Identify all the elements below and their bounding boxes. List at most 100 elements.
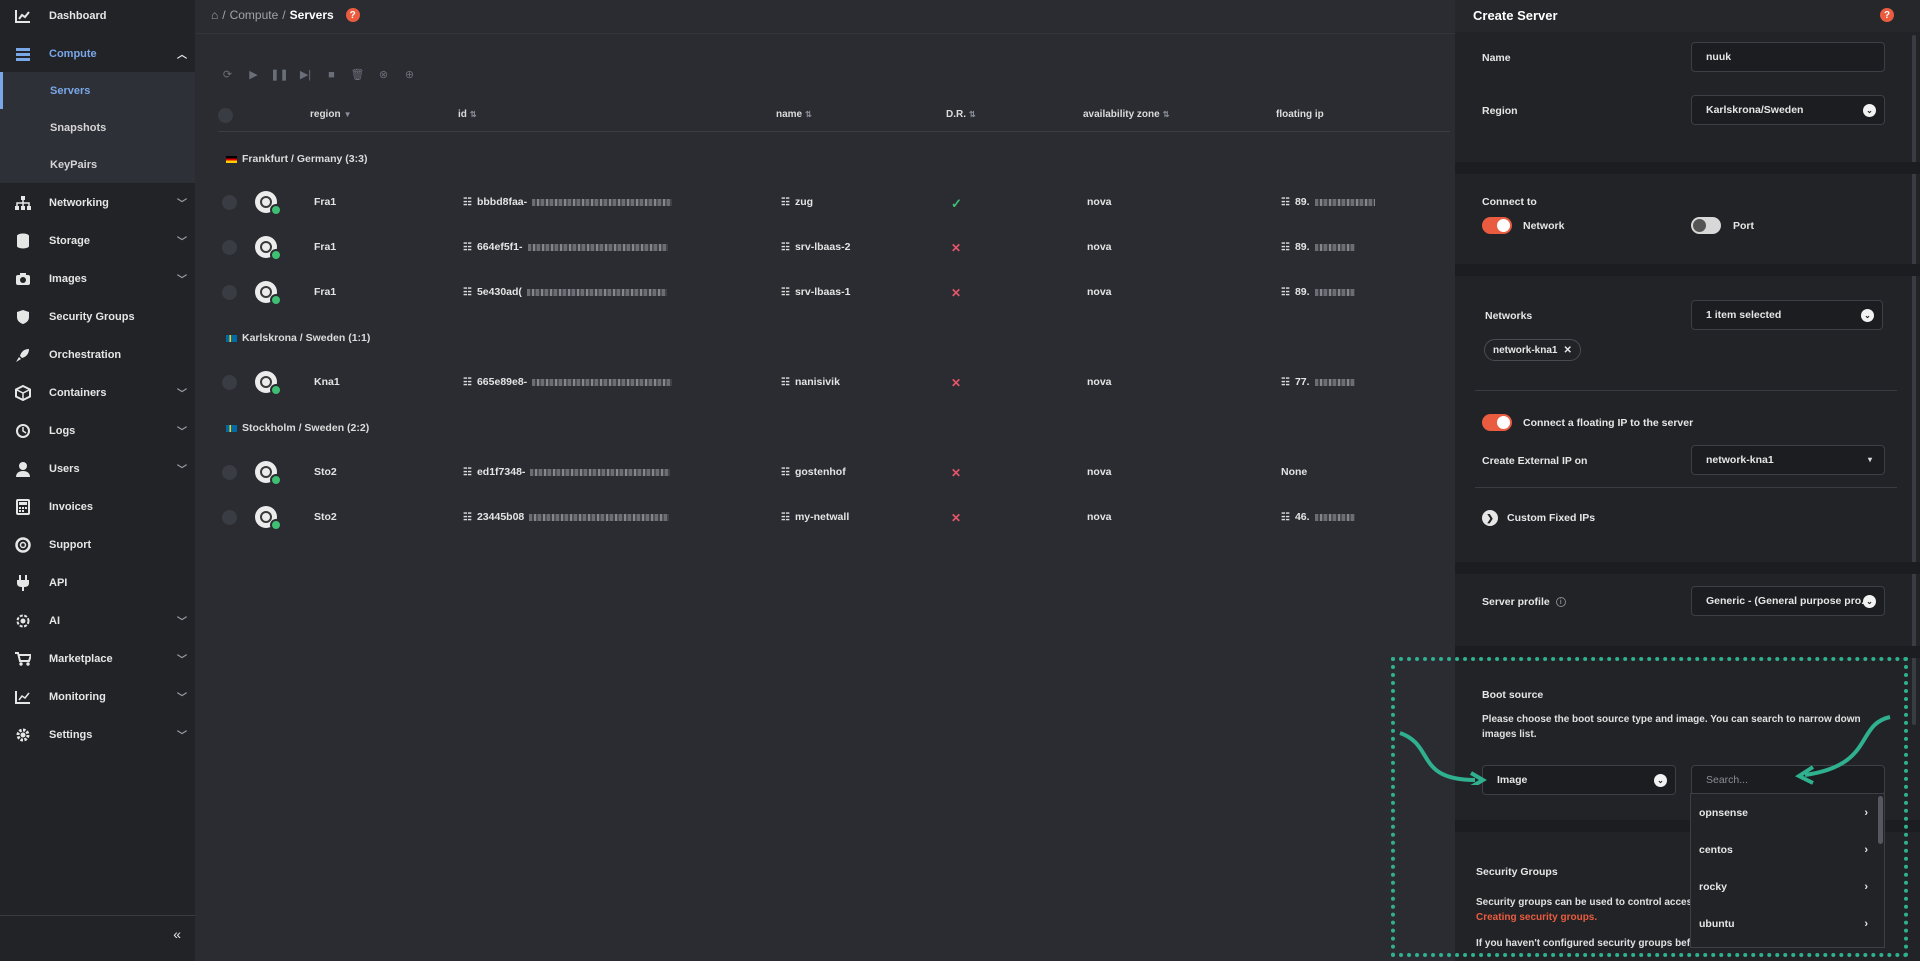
play-icon[interactable]: ▶: [247, 68, 260, 81]
cell-name[interactable]: ☷ gostenhof: [781, 466, 846, 478]
fip-value: 89.: [1294, 196, 1310, 208]
breadcrumb-current: Servers: [289, 8, 334, 22]
sidebar-item-servers[interactable]: Servers: [0, 72, 195, 109]
sidebar-item-keypairs[interactable]: KeyPairs: [0, 146, 195, 183]
shelve-icon[interactable]: ⊗: [377, 68, 390, 81]
sidebar-item-storage[interactable]: Storage ﹀: [0, 222, 195, 259]
cell-id[interactable]: ☷ 23445b08: [463, 511, 670, 523]
sidebar-item-settings[interactable]: Settings ﹀: [0, 716, 195, 753]
sidebar-item-monitoring[interactable]: Monitoring ﹀: [0, 678, 195, 715]
select-all-checkbox[interactable]: [218, 108, 233, 123]
region-group-header[interactable]: Frankfurt / Germany (3:3): [226, 153, 367, 165]
networks-select[interactable]: 1 item selected ⌄: [1691, 300, 1883, 330]
sidebar-item-users[interactable]: Users ﹀: [0, 450, 195, 487]
table-row[interactable]: Sto2 ☷ ed1f7348- ☷ gostenhof ✕ nova None: [195, 453, 1455, 493]
id-value: bbbd8faa-: [476, 196, 528, 208]
sidebar-item-compute[interactable]: Compute ︿: [0, 35, 195, 72]
stop-icon[interactable]: ■: [325, 68, 338, 81]
cell-floating-ip[interactable]: ☷ 89.: [1281, 286, 1355, 298]
cell-id[interactable]: ☷ ed1f7348-: [463, 466, 671, 478]
sidebar-item-marketplace[interactable]: Marketplace ﹀: [0, 640, 195, 677]
redacted-text: [1314, 513, 1355, 521]
custom-fixed-ips-toggle[interactable]: ❯ Custom Fixed IPs: [1482, 510, 1595, 526]
cell-id[interactable]: ☷ 665e89e8-: [463, 376, 673, 388]
cell-id[interactable]: ☷ 5e430ad(: [463, 286, 667, 298]
close-icon: ✕: [951, 511, 962, 525]
sidebar-item-dashboard[interactable]: Dashboard: [0, 0, 195, 34]
table-row[interactable]: Fra1 ☷ 5e430ad(☷ srv-lbaas-1 ✕ nova ☷ 89.: [195, 273, 1455, 313]
cell-name[interactable]: ☷ my-netwall: [781, 511, 849, 523]
cell-floating-ip[interactable]: ☷ 89.: [1281, 241, 1355, 253]
column-az[interactable]: availability zone ⇅: [1083, 109, 1169, 120]
server-profile-select[interactable]: Generic - (General purpose pro... ⌄: [1691, 586, 1885, 616]
column-region[interactable]: region ▼: [310, 109, 351, 120]
row-checkbox[interactable]: [222, 285, 237, 300]
sidebar-item-label: Monitoring: [49, 690, 106, 703]
chip-label: network-kna1: [1493, 344, 1558, 356]
column-floating-ip[interactable]: floating ip: [1276, 109, 1324, 120]
sidebar-item-invoices[interactable]: Invoices: [0, 488, 195, 525]
refresh-icon[interactable]: ⟳: [221, 68, 234, 81]
cell-name[interactable]: ☷ srv-lbaas-2: [781, 241, 850, 253]
column-label: floating ip: [1276, 109, 1324, 120]
cell-id[interactable]: ☷ 664ef5f1-: [463, 241, 668, 253]
close-icon[interactable]: ✕: [1563, 345, 1571, 356]
row-checkbox[interactable]: [222, 375, 237, 390]
column-name[interactable]: name ⇅: [776, 109, 812, 120]
column-dr[interactable]: D.R. ⇅: [946, 109, 976, 120]
column-id[interactable]: id ⇅: [458, 109, 477, 120]
sidebar-item-ai[interactable]: AI ﹀: [0, 602, 195, 639]
close-icon: ✕: [951, 241, 962, 255]
globe-icon[interactable]: ⊕: [403, 68, 416, 81]
table-row[interactable]: Fra1 ☷ bbbd8faa- ☷ zug ✓ nova ☷ 89.: [195, 183, 1455, 223]
name-input[interactable]: nuuk: [1691, 42, 1885, 72]
help-icon[interactable]: ?: [345, 8, 360, 22]
sidebar-item-api[interactable]: API: [0, 564, 195, 601]
info-icon[interactable]: i: [1555, 597, 1566, 607]
row-checkbox[interactable]: [222, 510, 237, 525]
sidebar-item-security-groups[interactable]: Security Groups: [0, 298, 195, 335]
region-group-header[interactable]: Stockholm / Sweden (2:2): [226, 422, 369, 434]
sidebar-item-networking[interactable]: Networking ﹀: [0, 184, 195, 221]
skip-icon[interactable]: ▶|: [299, 68, 312, 81]
home-icon[interactable]: ⌂: [211, 8, 218, 22]
external-ip-select[interactable]: network-kna1 ▾: [1691, 445, 1885, 475]
cell-id[interactable]: ☷ bbbd8faa-: [463, 196, 673, 208]
panel-scrollbar[interactable]: [1912, 35, 1916, 725]
region-group-header[interactable]: Karlskrona / Sweden (1:1): [226, 332, 370, 344]
double-chevron-left-icon: «: [173, 926, 181, 942]
region-select[interactable]: Karlskrona/Sweden ⌄: [1691, 95, 1885, 125]
breadcrumb-separator: /: [282, 8, 286, 22]
cell-floating-ip[interactable]: ☷ 89.: [1281, 196, 1375, 208]
row-checkbox[interactable]: [222, 195, 237, 210]
cell-az: nova: [1087, 196, 1112, 208]
sidebar-item-orchestration[interactable]: Orchestration: [0, 336, 195, 373]
floating-ip-toggle[interactable]: [1482, 414, 1512, 431]
table-row[interactable]: Kna1 ☷ 665e89e8- ☷ nanisivik ✕ nova ☷ 77.: [195, 363, 1455, 403]
row-checkbox[interactable]: [222, 465, 237, 480]
cell-name[interactable]: ☷ zug: [781, 196, 813, 208]
cell-floating-ip[interactable]: ☷ 46.: [1281, 511, 1355, 523]
trash-icon[interactable]: 🗑: [351, 68, 365, 81]
sidebar-item-snapshots[interactable]: Snapshots: [0, 109, 195, 146]
cell-floating-ip[interactable]: ☷ 77.: [1281, 376, 1355, 388]
network-toggle[interactable]: [1482, 217, 1512, 234]
breadcrumb-compute[interactable]: Compute: [230, 8, 279, 22]
help-icon[interactable]: ?: [1880, 8, 1894, 22]
name-value: srv-lbaas-2: [794, 241, 851, 253]
sidebar-collapse-button[interactable]: «: [0, 915, 195, 953]
sidebar-item-containers[interactable]: Containers ﹀: [0, 374, 195, 411]
sidebar-item-logs[interactable]: Logs ﹀: [0, 412, 195, 449]
table-row[interactable]: Sto2 ☷ 23445b08 ☷ my-netwall ✕ nova ☷ 46.: [195, 498, 1455, 538]
cell-name[interactable]: ☷ nanisivik: [781, 376, 840, 388]
pause-icon[interactable]: ❚❚: [270, 68, 288, 81]
cell-floating-ip: None: [1281, 466, 1307, 478]
sidebar-item-images[interactable]: Images ﹀: [0, 260, 195, 297]
az-value: nova: [1087, 466, 1112, 478]
sidebar-item-support[interactable]: Support: [0, 526, 195, 563]
cell-name[interactable]: ☷ srv-lbaas-1: [781, 286, 850, 298]
row-checkbox[interactable]: [222, 240, 237, 255]
plug-icon: [14, 574, 32, 592]
table-row[interactable]: Fra1 ☷ 664ef5f1- ☷ srv-lbaas-2 ✕ nova ☷ 89.: [195, 228, 1455, 268]
port-toggle[interactable]: [1691, 217, 1721, 234]
